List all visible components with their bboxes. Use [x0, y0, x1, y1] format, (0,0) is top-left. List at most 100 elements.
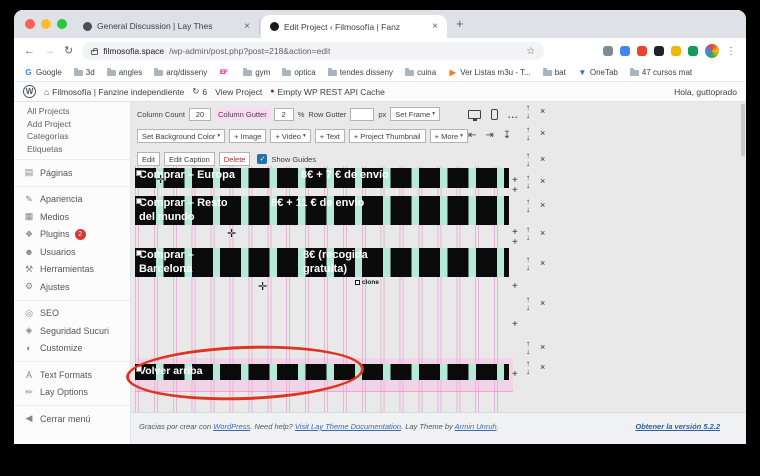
scrollbar[interactable] [741, 104, 745, 156]
add-project-thumbnail-button[interactable]: + Project Thumbnail [349, 129, 426, 143]
column-gutter-input[interactable] [274, 108, 294, 121]
pin-left-icon[interactable]: ⇤ [468, 130, 476, 141]
add-video-button[interactable]: + Video▾ [270, 129, 310, 143]
reload-button[interactable]: ↻ [64, 46, 73, 57]
tab-close-icon[interactable]: × [432, 21, 438, 32]
bookmark-item[interactable]: 47 cursos mat [630, 68, 692, 77]
sidebar-item[interactable]: ⚒Herramientas [14, 261, 130, 279]
add-image-button[interactable]: + Image [229, 129, 266, 143]
wordpress-link[interactable]: WordPress [213, 422, 250, 431]
sidebar-item[interactable] [14, 361, 130, 362]
delete-button[interactable]: Delete [219, 152, 251, 166]
new-tab-button[interactable]: + [456, 16, 464, 31]
delete-row-button[interactable]: × [540, 299, 545, 308]
sidebar-item[interactable]: ◎SEO [14, 305, 130, 323]
update-version-link[interactable]: Obtener la versión 5.2.2 [635, 422, 720, 431]
sidebar-item[interactable]: Categorías [14, 130, 130, 143]
bookmark-item[interactable]: tendes disseny [328, 68, 393, 77]
bookmark-item[interactable]: ▶Ver Listas m3u - T... [448, 68, 531, 77]
author-link[interactable]: Armin Unruh [455, 422, 497, 431]
sidebar-item[interactable]: ⚙Ajustes [14, 278, 130, 296]
extension-icon[interactable] [688, 46, 698, 56]
delete-row-button[interactable]: × [540, 343, 545, 352]
set-frame-button[interactable]: Set Frame▾ [390, 107, 440, 121]
sidebar-item[interactable]: AText Formats [14, 366, 130, 384]
bookmark-item[interactable]: angles [107, 68, 143, 77]
sidebar-item[interactable]: ◈Seguridad Sucuri [14, 322, 130, 340]
sidebar-item[interactable]: Etiquetas [14, 143, 130, 156]
text-block-buy-europe[interactable]: Comprar – Europa 8€ + 7 € de envío [135, 168, 509, 188]
show-guides-checkbox[interactable]: ✓ [257, 154, 267, 164]
pin-bottom-icon[interactable]: ↧ [503, 130, 511, 141]
set-background-color-button[interactable]: Set Background Color▾ [137, 129, 225, 143]
sidebar-item[interactable]: Add Project [14, 118, 130, 131]
move-row-down-button[interactable]: ↓ [526, 348, 530, 356]
extension-icon[interactable] [637, 46, 647, 56]
bookmark-item[interactable]: arq/disseny [154, 68, 207, 77]
text-block-buy-barcelona[interactable]: Comprar – Barcelona 8€ (recogida gratuit… [135, 248, 509, 277]
sidebar-item[interactable]: ◐Customize [14, 340, 130, 358]
user-greeting[interactable]: Hola, guttoprado [674, 87, 737, 97]
move-row-down-button[interactable]: ↓ [526, 206, 530, 214]
sidebar-item[interactable] [14, 405, 130, 406]
delete-row-button[interactable]: × [540, 155, 545, 164]
close-window-button[interactable] [25, 19, 35, 29]
desktop-preview-icon[interactable] [468, 110, 481, 119]
bookmark-item[interactable]: GGoogle [24, 68, 62, 77]
row-select-checkbox[interactable] [136, 250, 142, 256]
row-gutter-input[interactable] [350, 108, 374, 121]
delete-row-button[interactable]: × [540, 229, 545, 238]
sidebar-item[interactable]: ✎Apariencia [14, 191, 130, 209]
bookmark-item[interactable]: ▼OneTab [578, 68, 618, 77]
extension-icon[interactable] [671, 46, 681, 56]
empty-cache-button[interactable]: ●Empty WP REST API Cache [270, 87, 385, 97]
sidebar-item[interactable]: All Projects [14, 105, 130, 118]
add-row-button[interactable]: + [512, 238, 518, 248]
delete-row-button[interactable]: × [540, 177, 545, 186]
row-select-checkbox[interactable] [136, 170, 142, 176]
bookmark-star-icon[interactable]: ☆ [526, 46, 535, 57]
bookmark-item[interactable]: bat [543, 68, 566, 77]
text-block-buy-world[interactable]: Comprar – Resto del mundo 8€ + 11 € de e… [135, 196, 509, 225]
bookmark-item[interactable]: 3d [74, 68, 95, 77]
tab-close-icon[interactable]: × [244, 21, 250, 32]
edit-button[interactable]: Edit [137, 152, 160, 166]
bookmark-item[interactable]: EF [219, 69, 231, 77]
address-field[interactable]: filmosofia.space/wp-admin/post.php?post=… [82, 42, 544, 60]
sidebar-item[interactable]: ▦Medios [14, 208, 130, 226]
move-handle-icon[interactable]: ✛ [258, 280, 267, 293]
delete-row-button[interactable]: × [540, 129, 545, 138]
sidebar-item[interactable]: ☻Usuarios [14, 243, 130, 261]
add-row-button[interactable]: + [512, 320, 518, 330]
browser-tab-inactive[interactable]: General Discussion | Lay Thes × [74, 18, 260, 34]
zoom-window-button[interactable] [57, 19, 67, 29]
extension-icon[interactable] [603, 46, 613, 56]
move-handle-icon[interactable]: ✛ [227, 227, 236, 240]
sidebar-item[interactable]: ✏Lay Options [14, 384, 130, 402]
bookmark-item[interactable]: cuina [405, 68, 436, 77]
sidebar-item[interactable]: ▤Páginas [14, 164, 130, 182]
move-handle-icon[interactable]: ✛ [156, 173, 165, 186]
move-row-down-button[interactable]: ↓ [526, 134, 530, 142]
sidebar-item[interactable]: ◀Cerrar menú [14, 410, 130, 428]
move-row-down-button[interactable]: ↓ [526, 160, 530, 168]
bookmark-item[interactable]: optica [282, 68, 315, 77]
delete-row-button[interactable]: × [540, 363, 545, 372]
clone-button[interactable]: clone [355, 279, 379, 286]
documentation-link[interactable]: Visit Lay Theme Documentation [295, 422, 401, 431]
pin-right-icon[interactable]: ⇥ [485, 130, 493, 141]
extension-icon[interactable] [654, 46, 664, 56]
move-row-down-button[interactable]: ↓ [526, 234, 530, 242]
wordpress-logo[interactable]: W [23, 85, 36, 98]
profile-avatar[interactable] [705, 44, 719, 58]
row-select-checkbox[interactable] [136, 198, 142, 204]
move-row-down-button[interactable]: ↓ [526, 368, 530, 376]
back-button[interactable]: ← [24, 46, 35, 57]
edit-caption-button[interactable]: Edit Caption [164, 152, 215, 166]
browser-menu-icon[interactable]: ⋮ [726, 46, 736, 57]
add-row-button[interactable]: + [512, 186, 518, 196]
view-project-link[interactable]: View Project [215, 87, 262, 97]
delete-row-button[interactable]: × [540, 107, 545, 116]
move-row-down-button[interactable]: ↓ [526, 264, 530, 272]
add-text-button[interactable]: + Text [315, 129, 345, 143]
